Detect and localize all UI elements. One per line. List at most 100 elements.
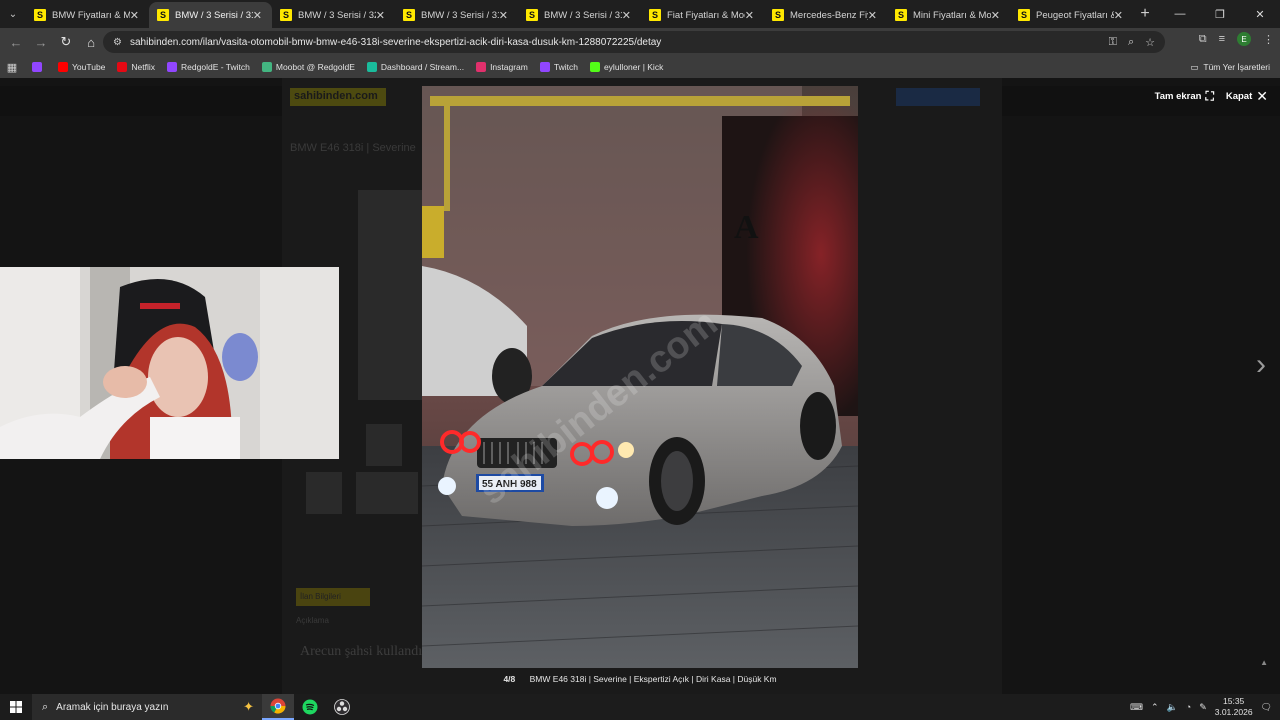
obs-icon <box>334 699 350 715</box>
all-bookmarks-folder[interactable]: ▭ Tüm Yer İşaretleri <box>1190 62 1270 73</box>
tab-strip: ⌄ SBMW Fiyatları & Modelleri✕SBMW / 3 Se… <box>0 0 1280 28</box>
bookmark-label: Twitch <box>553 62 578 72</box>
profile-avatar[interactable]: E <box>1237 32 1251 46</box>
browser-tab[interactable]: S Mercedes-Benz Fiyatları✕ <box>764 2 887 28</box>
search-icon: ⌕ <box>42 700 49 713</box>
browser-tab[interactable]: S BMW / 3 Serisi / 316i✕ <box>395 2 518 28</box>
listing-title-dimmed: BMW E46 318i | Severine <box>290 142 416 154</box>
apps-grid-icon[interactable]: ▦ <box>6 61 18 74</box>
tab-title: BMW / 3 Serisi / 316i <box>421 9 499 21</box>
bookmark-favicon-icon <box>261 62 272 72</box>
bookmark-item[interactable]: Dashboard / Stream... <box>366 62 465 72</box>
bookmark-star-icon[interactable]: ☆ <box>1145 36 1155 49</box>
browser-tab[interactable]: S BMW / 3 Serisi / 318i✕ <box>149 2 272 28</box>
sahibinden-favicon-icon: S <box>526 9 538 21</box>
sahibinden-favicon-icon: S <box>649 9 661 21</box>
bookmark-favicon-icon <box>167 62 178 72</box>
browser-tab[interactable]: S BMW / 3 Serisi / 316i✕ <box>518 2 641 28</box>
bookmark-item[interactable]: RedgoldE - Twitch <box>167 62 250 72</box>
tab-close-icon[interactable]: ✕ <box>622 9 631 22</box>
bookmark-label: Netflix <box>131 62 156 72</box>
zoom-icon[interactable]: ⌕ <box>1128 36 1134 49</box>
tab-search-button[interactable]: ⌄ <box>0 0 26 28</box>
volume-icon[interactable]: 🔈 <box>1167 702 1178 713</box>
browser-tab[interactable]: S BMW / 3 Serisi / 325i✕ <box>272 2 395 28</box>
chrome-taskbar-icon[interactable] <box>262 694 294 720</box>
scroll-up-icon[interactable]: ▲ <box>1260 658 1268 667</box>
tab-close-icon[interactable]: ✕ <box>130 9 139 22</box>
clock[interactable]: 15:35 3.01.2026 <box>1215 696 1253 718</box>
lightbox-controls: Tam ekran ⛶ Kapat ✕ <box>1155 88 1268 105</box>
media-control-icon[interactable]: ≡ <box>1219 33 1225 45</box>
page-viewport: sahibinden.com BMW E46 318i | Severine İ… <box>0 78 1280 694</box>
tab-title: Mini Fiyatları & Modelleri <box>913 9 991 21</box>
forward-button[interactable]: → <box>29 30 53 54</box>
address-bar[interactable]: ⚙ sahibinden.com/ilan/vasita-otomobil-bm… <box>103 31 1165 53</box>
new-tab-button[interactable]: + <box>1133 5 1157 23</box>
tab-close-icon[interactable]: ✕ <box>253 9 262 22</box>
fullscreen-label: Tam ekran <box>1154 91 1202 102</box>
browser-tab[interactable]: S Peugeot Fiyatları & Modelleri✕ <box>1010 2 1133 28</box>
search-placeholder: Aramak için buraya yazın <box>56 701 169 713</box>
bookmark-item[interactable]: Instagram <box>476 62 528 72</box>
browser-tab[interactable]: S Fiat Fiyatları & Modelleri✕ <box>641 2 764 28</box>
password-key-icon[interactable]: ⚿ <box>1109 36 1117 49</box>
network-icon[interactable]: ◔ <box>1186 702 1191 712</box>
back-button[interactable]: ← <box>4 30 28 54</box>
thumbnail-dimmed <box>356 472 418 514</box>
tab-close-icon[interactable]: ✕ <box>499 9 508 22</box>
bookmark-item[interactable]: YouTube <box>58 62 105 72</box>
fullscreen-button[interactable]: Tam ekran ⛶ <box>1155 89 1214 104</box>
tab-title: Mercedes-Benz Fiyatları <box>790 9 868 21</box>
bookmark-item[interactable]: Twitch <box>539 62 578 72</box>
twitch-icon <box>32 62 42 72</box>
reload-button[interactable]: ↻ <box>54 30 78 54</box>
pen-icon[interactable]: ✎ <box>1199 702 1207 713</box>
browser-tab[interactable]: S BMW Fiyatları & Modelleri✕ <box>26 2 149 28</box>
sahibinden-favicon-icon: S <box>280 9 292 21</box>
tab-close-icon[interactable]: ✕ <box>745 9 754 22</box>
car-photo-illustration: A 55 ANH 988 sahibinden.com <box>422 86 858 668</box>
tab-close-icon[interactable]: ✕ <box>991 9 1000 22</box>
start-button[interactable] <box>0 694 32 720</box>
bookmark-label: YouTube <box>72 62 106 72</box>
keyboard-icon[interactable]: ⌨ <box>1130 702 1143 713</box>
menu-icon[interactable]: ⋮ <box>1263 33 1274 46</box>
webcam-illustration <box>0 267 339 459</box>
windows-logo-icon <box>10 701 22 713</box>
bookmark-label: Dashboard / Stream... <box>380 62 465 72</box>
notifications-icon[interactable]: 🗨 <box>1261 702 1272 713</box>
bookmark-label: eylulloner | Kick <box>603 62 664 72</box>
extensions-icon[interactable]: ⧉ <box>1199 33 1207 46</box>
minimize-button[interactable]: — <box>1160 0 1200 28</box>
browser-tab[interactable]: S Mini Fiyatları & Modelleri✕ <box>887 2 1010 28</box>
spotify-taskbar-icon[interactable] <box>294 694 326 720</box>
bookmark-twitch-purple[interactable] <box>32 62 46 72</box>
photo-caption-bar: 4/8 BMW E46 318i | Severine | Ekspertizi… <box>0 674 1280 684</box>
close-lightbox-button[interactable]: Kapat ✕ <box>1226 88 1268 105</box>
close-icon: ✕ <box>1256 88 1268 104</box>
maximize-button[interactable]: ❐ <box>1200 0 1240 28</box>
bookmark-item[interactable]: eylulloner | Kick <box>589 62 664 72</box>
copilot-sparkle-icon: ✦ <box>243 699 254 714</box>
close-window-button[interactable]: ✕ <box>1240 0 1280 28</box>
listing-main-image-dimmed <box>358 190 422 400</box>
home-button[interactable]: ⌂ <box>79 30 103 54</box>
site-info-icon[interactable]: ⚙ <box>113 37 122 48</box>
taskbar-search[interactable]: ⌕ Aramak için buraya yazın ✦ <box>32 694 262 720</box>
spotify-icon <box>302 699 318 715</box>
bookmark-item[interactable]: Moobot @ RedgoldE <box>261 62 355 72</box>
photo-counter: 4/8 <box>503 674 516 684</box>
bookmark-label: Instagram <box>490 62 528 72</box>
system-tray: ⌨ ⌃ 🔈 ◔ ✎ 15:35 3.01.2026 🗨 <box>1130 694 1280 720</box>
folder-icon: ▭ <box>1190 61 1199 72</box>
next-photo-arrow[interactable]: › <box>1256 348 1266 382</box>
obs-taskbar-icon[interactable] <box>326 694 358 720</box>
windows-taskbar: ⌕ Aramak için buraya yazın ✦ ⌨ ⌃ 🔈 ◔ ✎ 1… <box>0 694 1280 720</box>
tab-close-icon[interactable]: ✕ <box>1114 9 1123 22</box>
tab-close-icon[interactable]: ✕ <box>868 9 877 22</box>
tab-title: BMW / 3 Serisi / 316i <box>544 9 622 21</box>
tab-close-icon[interactable]: ✕ <box>376 9 385 22</box>
tray-chevron-icon[interactable]: ⌃ <box>1151 702 1159 713</box>
bookmark-item[interactable]: Netflix <box>117 62 155 72</box>
